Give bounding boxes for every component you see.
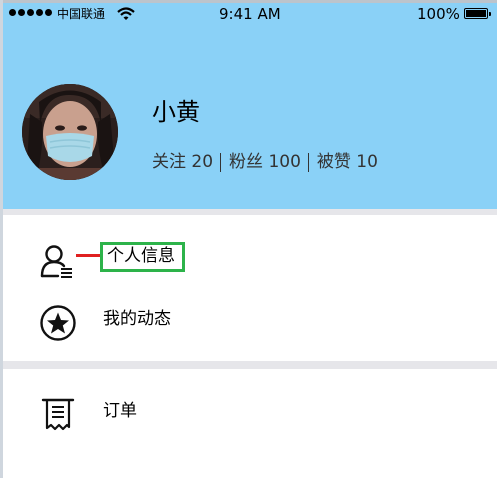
annotation-pointer-line bbox=[76, 254, 100, 257]
star-circle-icon bbox=[40, 305, 76, 341]
following-count[interactable]: 关注 20 bbox=[152, 151, 213, 173]
section-divider bbox=[3, 209, 497, 215]
avatar-photo bbox=[22, 84, 118, 180]
section-divider bbox=[3, 361, 497, 369]
stats-divider bbox=[307, 152, 309, 172]
battery-percentage: 100% bbox=[417, 5, 460, 23]
signal-strength-icon bbox=[9, 9, 52, 16]
user-name: 小黄 bbox=[152, 98, 200, 126]
profile-header: 中国联通 9:41 AM 100% 小黄 关注 20 粉丝 100 被赞 10 bbox=[3, 3, 497, 209]
menu-item-label: 订单 bbox=[103, 401, 137, 421]
wifi-icon bbox=[117, 7, 135, 20]
menu-item-orders[interactable]: 订单 bbox=[3, 384, 497, 440]
profile-stats: 关注 20 粉丝 100 被赞 10 bbox=[152, 151, 378, 173]
menu-item-my-activity[interactable]: 我的动态 bbox=[3, 292, 497, 348]
avatar[interactable] bbox=[22, 84, 118, 180]
followers-count[interactable]: 粉丝 100 bbox=[229, 151, 301, 173]
battery-icon bbox=[464, 8, 491, 19]
menu-item-label: 个人信息 bbox=[107, 246, 175, 266]
status-time: 9:41 AM bbox=[219, 5, 281, 23]
receipt-icon bbox=[41, 398, 75, 431]
menu-item-label: 我的动态 bbox=[103, 309, 171, 329]
stats-divider bbox=[220, 152, 222, 172]
likes-count[interactable]: 被赞 10 bbox=[317, 151, 378, 173]
carrier-name: 中国联通 bbox=[57, 7, 106, 21]
menu-item-personal-info[interactable]: 个人信息 bbox=[3, 232, 497, 288]
status-bar: 中国联通 9:41 AM 100% bbox=[3, 3, 497, 25]
user-info-icon bbox=[40, 245, 72, 278]
